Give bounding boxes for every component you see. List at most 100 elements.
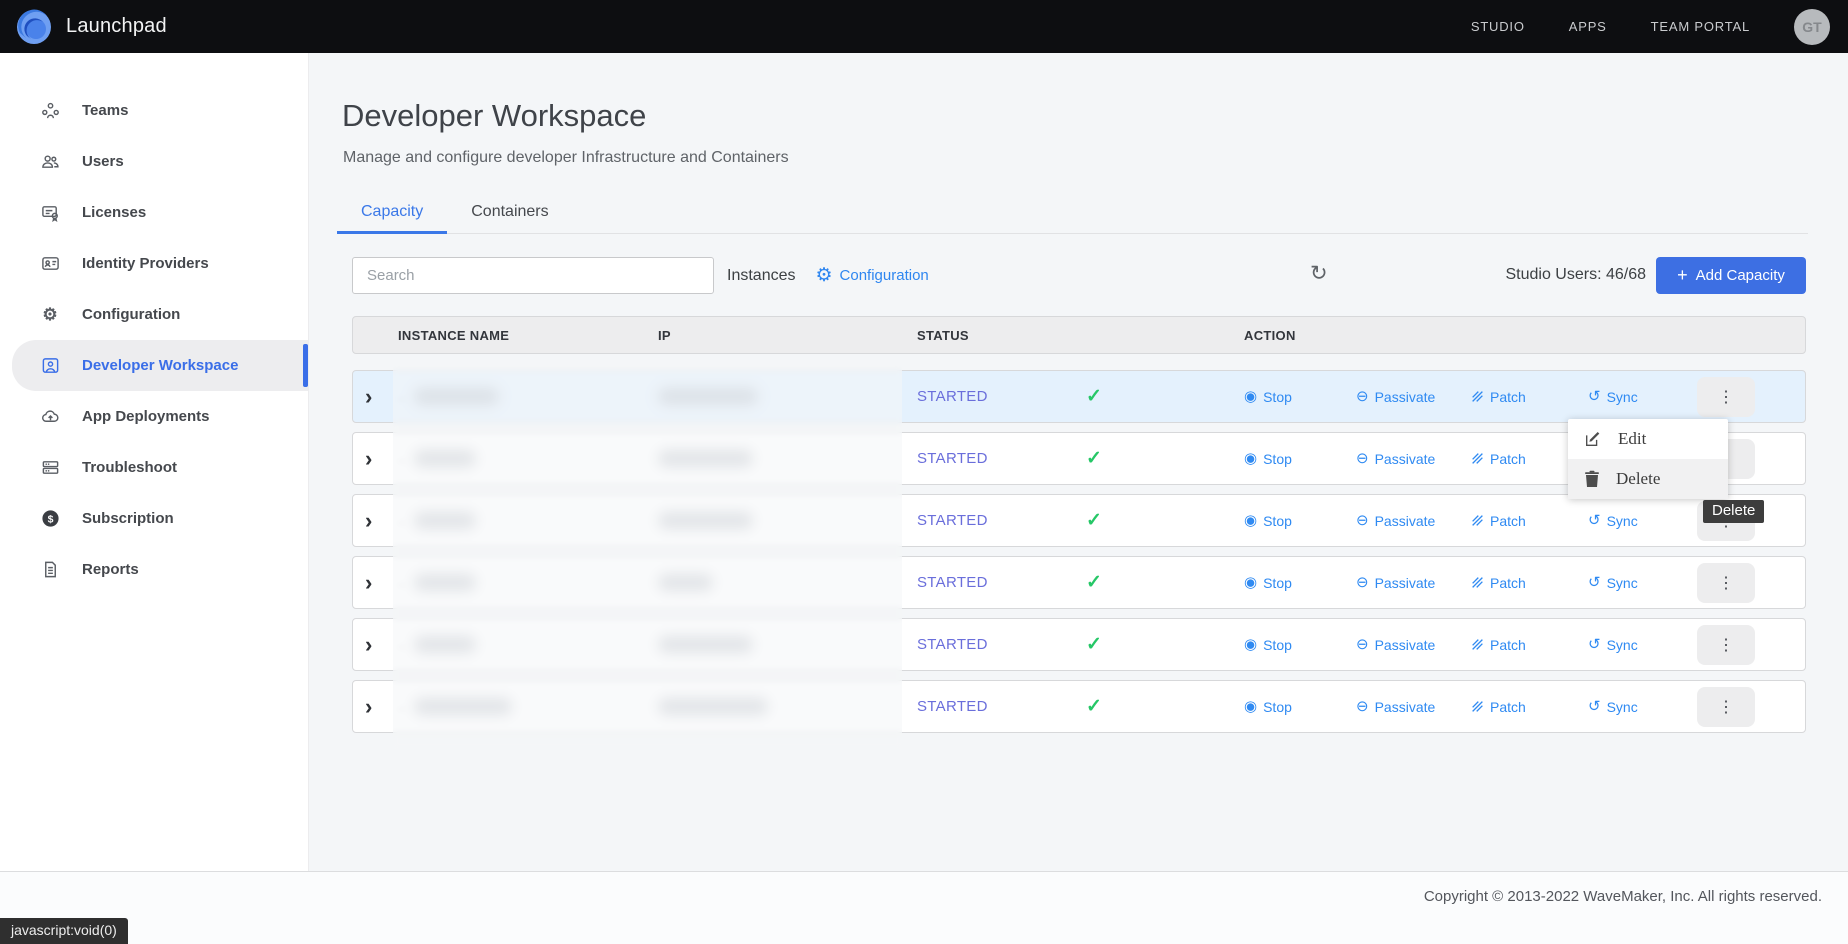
svg-text:$: $ — [47, 514, 53, 525]
gear-icon: ⚙ — [815, 266, 832, 285]
passivate-icon: ⊖ — [1356, 513, 1369, 528]
link-status-bar: javascript:void(0) — [0, 918, 128, 944]
patch-action[interactable]: Patch — [1471, 389, 1588, 405]
copyright-text: Copyright © 2013-2022 WaveMaker, Inc. Al… — [1424, 888, 1822, 905]
sync-icon: ↺ — [1588, 699, 1601, 714]
check-icon: ✓ — [1086, 633, 1244, 656]
sidebar-item-teams[interactable]: Teams — [0, 85, 308, 136]
tab-capacity[interactable]: Capacity — [337, 195, 447, 234]
capacity-table: INSTANCE NAME IP STATUS ACTION › .. STAR… — [352, 316, 1806, 742]
table-row: › .. STARTED ✓ ◉Stop ⊖Passivate Patch ↺S… — [352, 494, 1806, 547]
stop-icon: ◉ — [1244, 513, 1257, 528]
row-menu-button[interactable]: ⋮ — [1697, 377, 1755, 417]
sync-action[interactable]: ↺Sync — [1588, 389, 1683, 405]
sidebar-item-label: Reports — [82, 561, 139, 578]
add-capacity-button[interactable]: + Add Capacity — [1656, 257, 1806, 294]
launchpad-logo-icon — [16, 9, 52, 45]
brand[interactable]: Launchpad — [0, 9, 167, 45]
nav-link-team-portal[interactable]: TEAM PORTAL — [1651, 19, 1750, 34]
passivate-action[interactable]: ⊖Passivate — [1356, 637, 1471, 653]
sidebar-item-app-deployments[interactable]: App Deployments — [0, 391, 308, 442]
column-action: ACTION — [1244, 328, 1805, 343]
tab-bar: Capacity Containers — [337, 195, 1808, 234]
patch-action[interactable]: Patch — [1471, 513, 1588, 529]
search-input[interactable] — [352, 257, 714, 294]
column-status: STATUS — [917, 328, 1244, 343]
instance-name-redacted: .. — [398, 636, 658, 653]
stop-action[interactable]: ◉Stop — [1244, 513, 1356, 529]
instance-ip-redacted — [658, 698, 917, 715]
instance-ip-redacted — [658, 574, 917, 591]
row-menu-button[interactable]: ⋮ — [1697, 625, 1755, 665]
sidebar-item-users[interactable]: Users — [0, 136, 308, 187]
studio-users-count: Studio Users: 46/68 — [1505, 266, 1646, 284]
chevron-right-icon[interactable]: › — [353, 634, 398, 656]
nav-link-studio[interactable]: STUDIO — [1471, 19, 1525, 34]
chevron-right-icon[interactable]: › — [353, 510, 398, 532]
sidebar: Teams Users Licenses Identity Providers — [0, 53, 309, 871]
stop-icon: ◉ — [1244, 637, 1257, 652]
sidebar-item-label: Identity Providers — [82, 255, 209, 272]
stop-icon: ◉ — [1244, 451, 1257, 466]
passivate-icon: ⊖ — [1356, 637, 1369, 652]
configuration-link[interactable]: ⚙ Configuration — [815, 266, 928, 285]
nav-link-apps[interactable]: APPS — [1569, 19, 1607, 34]
menu-item-delete[interactable]: Delete — [1568, 459, 1728, 499]
instance-name-redacted: .. — [398, 698, 658, 715]
sidebar-item-developer-workspace[interactable]: Developer Workspace — [12, 340, 308, 391]
row-menu-button[interactable]: ⋮ — [1697, 563, 1755, 603]
page-title: Developer Workspace — [342, 98, 646, 134]
document-icon — [40, 560, 60, 580]
chevron-right-icon[interactable]: › — [353, 448, 398, 470]
check-icon: ✓ — [1086, 385, 1244, 408]
chevron-right-icon[interactable]: › — [353, 572, 398, 594]
check-icon: ✓ — [1086, 447, 1244, 470]
check-icon: ✓ — [1086, 695, 1244, 718]
chevron-right-icon[interactable]: › — [353, 696, 398, 718]
passivate-action[interactable]: ⊖Passivate — [1356, 699, 1471, 715]
sync-action[interactable]: ↺Sync — [1588, 575, 1683, 591]
sidebar-item-licenses[interactable]: Licenses — [0, 187, 308, 238]
refresh-icon[interactable]: ↻ — [1310, 263, 1328, 284]
passivate-icon: ⊖ — [1356, 575, 1369, 590]
stop-action[interactable]: ◉Stop — [1244, 451, 1356, 467]
sidebar-item-label: Configuration — [82, 306, 180, 323]
toolbar: Instances ⚙ Configuration ↻ Studio Users… — [352, 257, 1806, 294]
sidebar-item-subscription[interactable]: $ Subscription — [0, 493, 308, 544]
sync-icon: ↺ — [1588, 513, 1601, 528]
passivate-action[interactable]: ⊖Passivate — [1356, 513, 1471, 529]
chevron-right-icon[interactable]: › — [353, 386, 398, 408]
stop-action[interactable]: ◉Stop — [1244, 637, 1356, 653]
sidebar-item-label: Troubleshoot — [82, 459, 177, 476]
edit-icon — [1584, 430, 1602, 448]
sync-icon: ↺ — [1588, 575, 1601, 590]
stop-action[interactable]: ◉Stop — [1244, 699, 1356, 715]
sidebar-item-label: Subscription — [82, 510, 174, 527]
row-context-menu: Edit Delete — [1568, 419, 1728, 499]
sidebar-item-troubleshoot[interactable]: Troubleshoot — [0, 442, 308, 493]
passivate-action[interactable]: ⊖Passivate — [1356, 451, 1471, 467]
passivate-action[interactable]: ⊖Passivate — [1356, 389, 1471, 405]
licenses-icon — [40, 203, 60, 223]
stop-action[interactable]: ◉Stop — [1244, 575, 1356, 591]
menu-item-edit[interactable]: Edit — [1568, 419, 1728, 459]
passivate-action[interactable]: ⊖Passivate — [1356, 575, 1471, 591]
patch-action[interactable]: Patch — [1471, 575, 1588, 591]
user-avatar[interactable]: GT — [1794, 9, 1830, 45]
instances-label: Instances — [727, 267, 795, 285]
sync-action[interactable]: ↺Sync — [1588, 699, 1683, 715]
sidebar-item-identity-providers[interactable]: Identity Providers — [0, 238, 308, 289]
patch-action[interactable]: Patch — [1471, 699, 1588, 715]
sync-action[interactable]: ↺Sync — [1588, 513, 1683, 529]
developer-workspace-icon — [40, 356, 60, 376]
tab-containers[interactable]: Containers — [447, 195, 572, 233]
patch-icon — [1471, 700, 1484, 713]
stop-action[interactable]: ◉Stop — [1244, 389, 1356, 405]
row-menu-button[interactable]: ⋮ — [1697, 687, 1755, 727]
sidebar-item-reports[interactable]: Reports — [0, 544, 308, 595]
plus-icon: + — [1677, 265, 1688, 286]
delete-tooltip: Delete — [1703, 500, 1764, 523]
sidebar-item-configuration[interactable]: ⚙ Configuration — [0, 289, 308, 340]
patch-action[interactable]: Patch — [1471, 637, 1588, 653]
sync-action[interactable]: ↺Sync — [1588, 637, 1683, 653]
